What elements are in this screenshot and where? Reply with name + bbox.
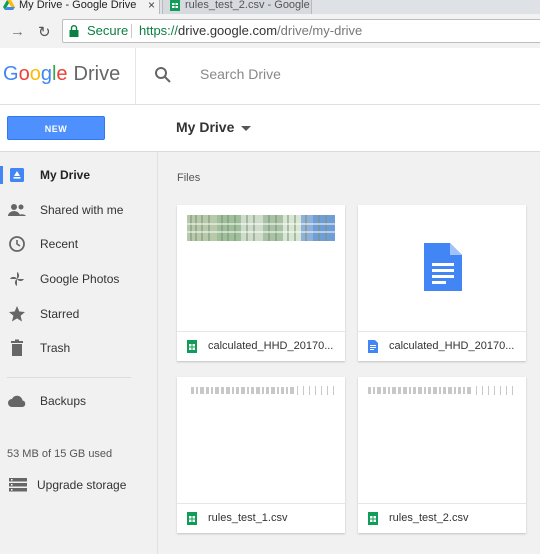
address-bar[interactable]: Secure https://drive.google.com/drive/my…: [62, 19, 540, 43]
sidebar-item-label: Recent: [40, 237, 79, 251]
browser-tab-csv[interactable]: rules_test_2.csv - Google: [162, 0, 312, 14]
sidebar-item-my-drive[interactable]: My Drive: [0, 160, 157, 190]
file-name: rules_test_1.csv: [208, 512, 288, 524]
forward-arrow-icon[interactable]: →: [10, 23, 25, 40]
csv-preview-graphic: [368, 386, 513, 395]
breadcrumb-my-drive[interactable]: My Drive: [176, 119, 252, 135]
file-name: rules_test_2.csv: [389, 512, 469, 524]
reload-icon[interactable]: ↻: [38, 23, 51, 41]
file-card-footer: calculated_HHD_20170...: [177, 332, 345, 361]
files-area: Files calculated_HHD_20170... calculated…: [158, 152, 540, 554]
sidebar-item-shared[interactable]: Shared with me: [0, 195, 157, 225]
sheets-favicon-icon: [170, 0, 180, 11]
trash-icon: [11, 339, 23, 356]
sheets-file-icon: [368, 512, 378, 525]
tab-close-icon[interactable]: ×: [148, 0, 155, 13]
drive-toolbar: NEW My Drive: [0, 105, 540, 152]
google-drive-logo[interactable]: Google Drive: [3, 63, 120, 86]
docs-file-icon: [368, 340, 378, 353]
file-card-footer: rules_test_2.csv: [358, 504, 526, 533]
tab-title: My Drive - Google Drive: [19, 0, 137, 11]
drive-header: Google Drive: [0, 48, 540, 105]
sheets-file-icon: [187, 512, 197, 525]
clock-icon: [9, 236, 25, 252]
file-card[interactable]: calculated_HHD_20170...: [358, 205, 526, 361]
file-thumbnail: [358, 205, 526, 332]
search-input[interactable]: [200, 64, 520, 84]
file-card[interactable]: rules_test_1.csv: [177, 377, 345, 533]
file-card[interactable]: calculated_HHD_20170...: [177, 205, 345, 361]
cloud-icon: [8, 395, 26, 407]
file-card-footer: rules_test_1.csv: [177, 504, 345, 533]
sidebar-divider: [7, 377, 131, 378]
file-card[interactable]: rules_test_2.csv: [358, 377, 526, 533]
sidebar-item-label: Shared with me: [40, 203, 124, 217]
url-text: https://drive.google.com/drive/my-drive: [139, 20, 362, 42]
upgrade-storage-label: Upgrade storage: [37, 478, 127, 492]
pinwheel-icon: [10, 272, 24, 286]
sidebar: My Drive Shared with me Recent Google Ph…: [0, 152, 158, 554]
csv-preview-graphic: [191, 386, 334, 395]
sidebar-item-label: Backups: [40, 394, 87, 408]
sidebar-item-backups[interactable]: Backups: [0, 386, 157, 416]
file-thumbnail: [177, 377, 345, 504]
sidebar-item-label: Starred: [40, 307, 80, 321]
star-icon: [9, 306, 25, 322]
search-icon[interactable]: [154, 66, 172, 84]
url-protocol: https://: [139, 23, 179, 38]
lock-icon: [69, 25, 79, 37]
logo-google: Google: [3, 63, 68, 85]
breadcrumb-label: My Drive: [176, 119, 235, 135]
google-docs-large-icon: [424, 243, 462, 291]
file-card-footer: calculated_HHD_20170...: [358, 332, 526, 361]
spreadsheet-preview-graphic: [187, 215, 335, 241]
new-button[interactable]: NEW: [7, 116, 105, 140]
drive-favicon-icon: [3, 0, 15, 10]
sheets-file-icon: [187, 340, 197, 353]
file-name: calculated_HHD_20170...: [208, 340, 334, 352]
file-thumbnail: [177, 205, 345, 332]
sidebar-item-google-photos[interactable]: Google Photos: [0, 264, 157, 294]
header-divider: [135, 48, 136, 104]
storage-usage-text: 53 MB of 15 GB used: [7, 448, 113, 460]
storage-stack-icon: [9, 478, 27, 492]
tab-title: rules_test_2.csv - Google: [185, 0, 310, 11]
browser-tab-drive[interactable]: My Drive - Google Drive ×: [0, 0, 160, 14]
address-separator: [131, 24, 132, 38]
sidebar-item-label: My Drive: [40, 168, 91, 182]
chevron-down-icon: [241, 125, 252, 131]
logo-product: Drive: [73, 63, 121, 85]
sidebar-item-recent[interactable]: Recent: [0, 229, 157, 259]
people-icon: [8, 204, 26, 216]
upgrade-storage-link[interactable]: Upgrade storage: [0, 470, 157, 500]
secure-label: Secure: [87, 23, 129, 38]
browser-tab-bar: My Drive - Google Drive × rules_test_2.c…: [0, 0, 540, 14]
file-thumbnail: [358, 377, 526, 504]
url-host: drive.google.com: [178, 23, 278, 38]
sidebar-item-trash[interactable]: Trash: [0, 333, 157, 363]
file-name: calculated_HHD_20170...: [389, 340, 515, 352]
my-drive-icon: [10, 168, 24, 182]
sidebar-item-label: Google Photos: [40, 272, 120, 286]
section-title-files: Files: [177, 172, 201, 184]
sidebar-item-label: Trash: [40, 341, 71, 355]
browser-address-row: → ↻ Secure https://drive.google.com/driv…: [0, 14, 540, 49]
url-path: /drive/my-drive: [277, 23, 363, 38]
sidebar-item-starred[interactable]: Starred: [0, 299, 157, 329]
